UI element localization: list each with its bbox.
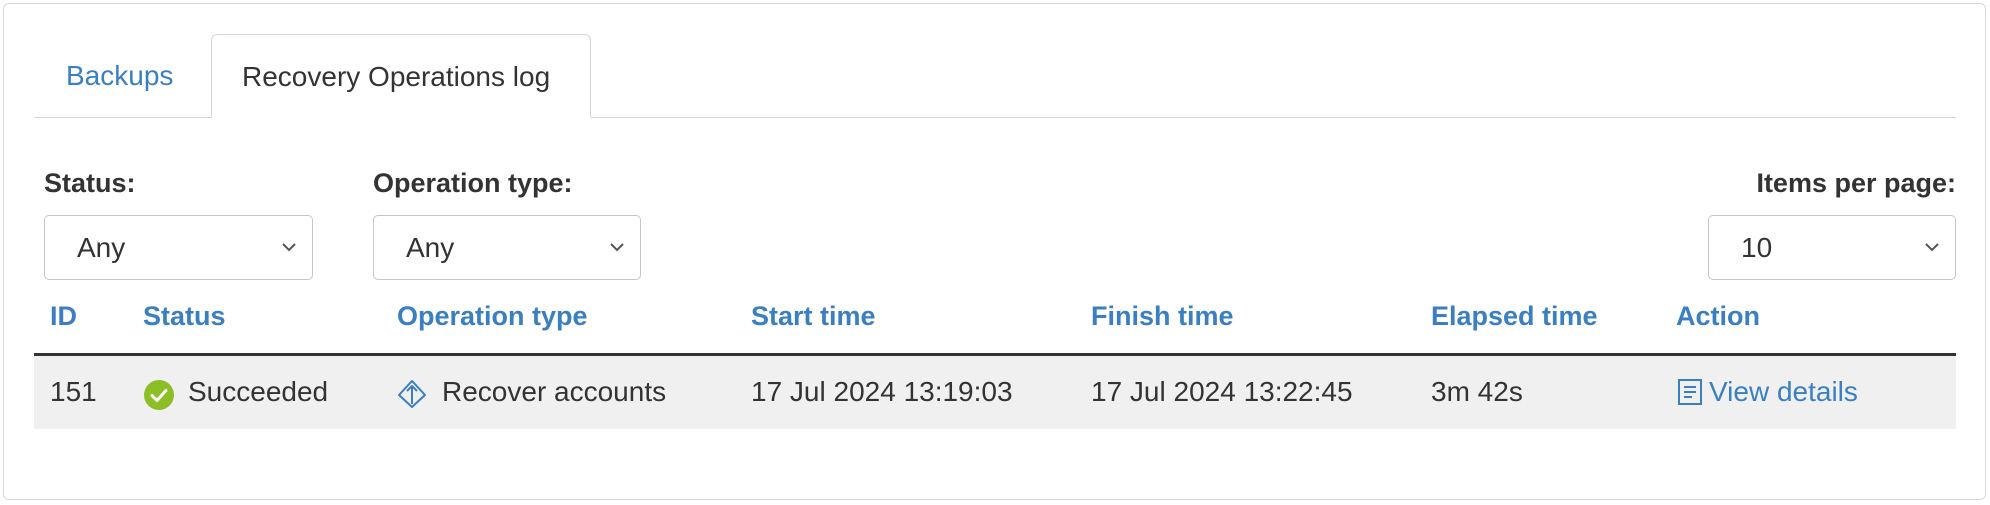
row-status: Succeeded	[188, 376, 329, 407]
status-filter-label: Status:	[44, 168, 136, 198]
row-operation-type: Recover accounts	[442, 376, 667, 407]
tab-bar: Backups Recovery Operations log	[34, 34, 1956, 118]
row-id: 151	[50, 376, 97, 407]
view-details-link[interactable]: View details	[1677, 376, 1858, 408]
items-per-page-select[interactable]: 10	[1708, 215, 1956, 280]
tab-recovery-operations-log[interactable]: Recovery Operations log	[211, 34, 591, 118]
operation-type-filter-label: Operation type:	[373, 168, 573, 198]
chevron-down-icon	[1925, 243, 1939, 252]
recover-icon	[398, 380, 426, 408]
column-header-status[interactable]: Status	[143, 301, 226, 332]
column-header-finish-time[interactable]: Finish time	[1091, 301, 1234, 332]
operation-type-filter-value: Any	[406, 232, 455, 263]
chevron-down-icon	[610, 243, 624, 252]
status-filter-value: Any	[77, 232, 126, 263]
column-header-operation-type[interactable]: Operation type	[397, 301, 588, 332]
row-start-time: 17 Jul 2024 13:19:03	[751, 376, 1013, 407]
column-header-action: Action	[1676, 301, 1760, 331]
chevron-down-icon	[282, 243, 296, 252]
row-finish-time: 17 Jul 2024 13:22:45	[1091, 376, 1353, 407]
column-header-start-time[interactable]: Start time	[751, 301, 876, 332]
column-header-id[interactable]: ID	[50, 301, 77, 332]
row-elapsed-time: 3m 42s	[1431, 376, 1523, 407]
check-circle-icon	[144, 380, 174, 410]
items-per-page-value: 10	[1741, 232, 1773, 263]
operation-type-filter-select[interactable]: Any	[373, 215, 641, 280]
tab-backups[interactable]: Backups	[34, 34, 205, 117]
log-icon	[1678, 379, 1702, 405]
status-filter-select[interactable]: Any	[44, 215, 313, 280]
column-header-elapsed-time[interactable]: Elapsed time	[1431, 301, 1598, 332]
items-per-page-label: Items per page:	[1756, 168, 1956, 198]
view-details-label: View details	[1709, 376, 1858, 407]
